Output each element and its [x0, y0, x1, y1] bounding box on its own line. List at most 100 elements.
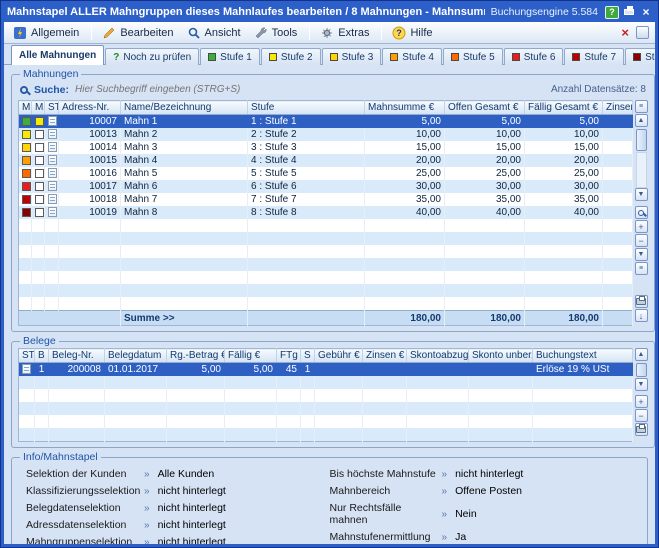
cell-offen-gesamt: 40,00 [445, 206, 525, 219]
column-header[interactable]: Beleg-Nr. [49, 349, 105, 363]
column-header[interactable]: Gebühr € [315, 349, 363, 363]
column-header[interactable]: Skonto unber. € [469, 349, 533, 363]
cell-st [45, 128, 59, 141]
tab-stufe-2[interactable]: Stufe 2 [261, 48, 321, 65]
mahnung-row[interactable]: 10018Mahn 77 : Stufe 735,0035,0035,00 [19, 193, 633, 206]
sum-spacer [19, 311, 121, 326]
menu-tools[interactable]: Tools [249, 24, 305, 42]
mahnung-row[interactable]: 10019Mahn 88 : Stufe 840,0040,0040,00 [19, 206, 633, 219]
tab-label: Stufe 2 [281, 52, 313, 63]
scrollbar-thumb[interactable] [636, 129, 647, 151]
column-header[interactable]: S [301, 349, 315, 363]
search-input[interactable] [75, 84, 545, 95]
column-header[interactable]: Belegdatum [105, 349, 167, 363]
empty-cell [277, 415, 301, 428]
column-header[interactable]: B [35, 349, 49, 363]
menu-allgemein[interactable]: Allgemein [8, 24, 86, 42]
chevrons-icon: » [442, 469, 448, 480]
print-icon[interactable] [622, 6, 636, 19]
pin-icon[interactable] [636, 26, 649, 39]
search-icon [20, 86, 28, 94]
mahnungen-gridwrap: MMSSTAdress-Nr.Name/BezeichnungStufeMahn… [18, 100, 648, 326]
mahnung-row[interactable]: 10015Mahn 44 : Stufe 420,0020,0020,00 [19, 154, 633, 167]
scrollbar-track[interactable] [636, 152, 647, 188]
empty-cell [469, 415, 533, 428]
scroll-up-icon[interactable]: ▲ [635, 114, 648, 127]
cell-mahnsumme: 15,00 [365, 141, 445, 154]
close-form-icon[interactable]: × [615, 25, 635, 40]
scroll-down-icon[interactable]: ▼ [635, 378, 648, 391]
column-header[interactable]: Rg.-Betrag € [167, 349, 225, 363]
zoom-icon[interactable] [635, 206, 648, 219]
scroll-down-icon[interactable]: ▼ [635, 188, 648, 201]
column-header[interactable]: FTg [277, 349, 301, 363]
mahnung-row[interactable]: 10016Mahn 55 : Stufe 525,0025,0025,00 [19, 167, 633, 180]
menu-ansicht[interactable]: Ansicht [182, 24, 248, 42]
add-icon[interactable]: + [635, 220, 648, 233]
help-icon[interactable]: ? [605, 6, 619, 19]
export-icon[interactable]: ↓ [635, 309, 648, 322]
column-header[interactable]: Zinsen [603, 101, 633, 115]
beleg-row[interactable]: 120000801.01.20175,005,00451Erlöse 19 % … [19, 363, 633, 377]
gear-icon [320, 26, 334, 40]
column-header[interactable]: Fällig Gesamt € [525, 101, 603, 115]
print-grid-icon[interactable] [635, 423, 648, 436]
column-header[interactable]: ST [19, 349, 35, 363]
tab-stufe-4[interactable]: Stufe 4 [382, 48, 442, 65]
column-header[interactable]: Skontoabzug € [407, 349, 469, 363]
tab-label: Stufe 3 [342, 52, 374, 63]
cell-ms [32, 167, 45, 180]
cell-stufe: 2 : Stufe 2 [248, 128, 365, 141]
empty-cell [45, 219, 59, 232]
column-header[interactable]: Offen Gesamt € [445, 101, 525, 115]
belege-table: STBBeleg-Nr.BelegdatumRg.-Betrag €Fällig… [18, 348, 633, 442]
cell-stufe: 3 : Stufe 3 [248, 141, 365, 154]
empty-cell [445, 297, 525, 311]
empty-cell [365, 232, 445, 245]
menu-hilfe[interactable]: ? Hilfe [387, 24, 439, 42]
cell-m [19, 180, 32, 193]
column-header[interactable]: Mahnsumme € [365, 101, 445, 115]
add-icon[interactable]: + [635, 395, 648, 408]
scroll-up-icon[interactable]: ▲ [635, 348, 648, 361]
column-header[interactable]: MS [32, 101, 45, 115]
menu-extras[interactable]: Extras [315, 24, 376, 42]
column-header[interactable]: ST [45, 101, 59, 115]
close-icon[interactable]: × [639, 6, 653, 19]
tab-stufe-6[interactable]: Stufe 6 [504, 48, 564, 65]
tab-stufe-8[interactable]: Stufe 8 [625, 48, 655, 65]
document-icon [48, 142, 57, 152]
column-header[interactable]: M [19, 101, 32, 115]
menu-bearbeiten[interactable]: Bearbeiten [97, 24, 180, 42]
empty-cell [315, 415, 363, 428]
grid-options-icon[interactable]: ≡ [635, 100, 648, 113]
mahnungen-header-row: MMSSTAdress-Nr.Name/BezeichnungStufeMahn… [19, 101, 633, 115]
window-body: Allgemein Bearbeiten Ansicht Tools Extra… [4, 22, 655, 544]
tab-stufe-3[interactable]: Stufe 3 [322, 48, 382, 65]
tab-alle-mahnungen[interactable]: Alle Mahnungen [11, 45, 104, 65]
column-header[interactable]: Zinsen € [363, 349, 407, 363]
print-grid-icon[interactable] [635, 295, 648, 308]
column-header[interactable]: Buchungstext [533, 349, 633, 363]
filter-icon[interactable]: ▼ [635, 248, 648, 261]
mahnung-row[interactable]: 10007Mahn 11 : Stufe 15,005,005,00 [19, 115, 633, 129]
tab-noch-zu-pr-fen[interactable]: ?Noch zu prüfen [105, 48, 199, 65]
tab-stufe-7[interactable]: Stufe 7 [564, 48, 624, 65]
column-header[interactable]: Name/Bezeichnung [121, 101, 248, 115]
tab-stufe-1[interactable]: Stufe 1 [200, 48, 260, 65]
remove-icon[interactable]: − [635, 234, 648, 247]
column-header[interactable]: Adress-Nr. [59, 101, 121, 115]
stufe-color-icon [633, 53, 641, 61]
remove-icon[interactable]: − [635, 409, 648, 422]
tab-label: Stufe 8 [645, 52, 655, 63]
mahnung-row[interactable]: 10013Mahn 22 : Stufe 210,0010,0010,00 [19, 128, 633, 141]
column-header[interactable]: Fällig € [225, 349, 277, 363]
mahnung-row[interactable]: 10014Mahn 33 : Stufe 315,0015,0015,00 [19, 141, 633, 154]
ms-indicator-icon [35, 208, 44, 217]
column-header[interactable]: Stufe [248, 101, 365, 115]
tab-stufe-5[interactable]: Stufe 5 [443, 48, 503, 65]
list-icon[interactable]: ≡ [635, 262, 648, 275]
mahnung-row[interactable]: 10017Mahn 66 : Stufe 630,0030,0030,00 [19, 180, 633, 193]
scrollbar-thumb[interactable] [636, 363, 647, 377]
cell-mahnsumme: 5,00 [365, 115, 445, 129]
